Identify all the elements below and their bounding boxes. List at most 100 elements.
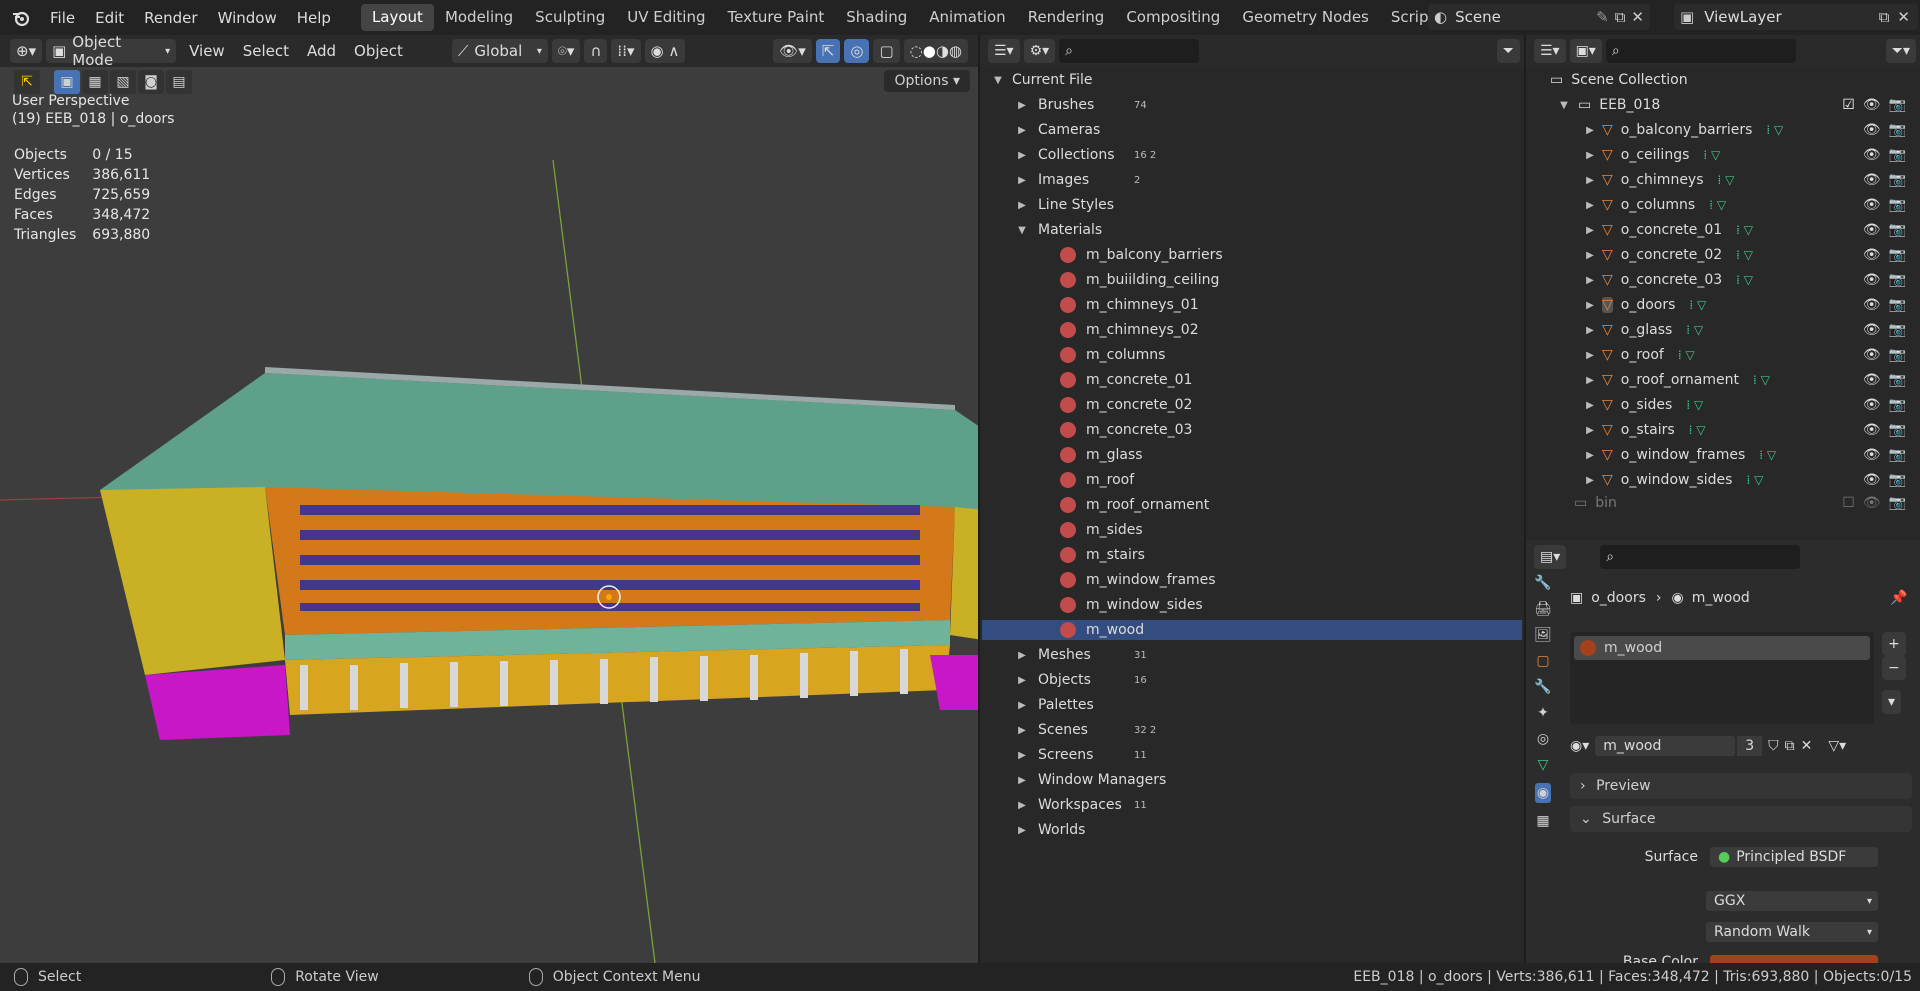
tree-item[interactable]: ▶ Objects 16 xyxy=(1014,670,1524,690)
add-slot-button[interactable]: + xyxy=(1882,632,1906,656)
object-row[interactable]: ▶ ▽ o_window_frames ⁞ ▽ 👁 📷 xyxy=(1582,445,1906,465)
expand-arrow-icon[interactable]: ▶ xyxy=(1582,400,1598,411)
expand-arrow-icon[interactable]: ▶ xyxy=(1582,325,1598,336)
material-name-field[interactable]: m_wood xyxy=(1595,736,1736,756)
tree-item[interactable]: ▶ Workspaces 11 xyxy=(1014,795,1524,815)
rendered-icon[interactable]: ◍ xyxy=(949,42,962,60)
browse-material-icon[interactable]: ▽▾ xyxy=(1828,738,1846,754)
expand-arrow-icon[interactable]: ▶ xyxy=(1582,475,1598,486)
select-new-button[interactable]: ▣ xyxy=(54,70,80,94)
expand-arrow-icon[interactable]: ▶ xyxy=(1582,250,1598,261)
delete-view-layer-icon[interactable]: ✕ xyxy=(1897,8,1910,26)
eye-icon[interactable]: 👁 xyxy=(1863,447,1881,463)
data-tab-icon[interactable]: ▽ xyxy=(1538,757,1549,773)
tab-modeling[interactable]: Modeling xyxy=(434,4,524,31)
expand-arrow-icon[interactable]: ▶ xyxy=(1014,825,1030,836)
new-scene-icon[interactable]: ⧉ xyxy=(1615,8,1626,26)
texture-tab-icon[interactable]: ▦ xyxy=(1536,813,1549,829)
eye-icon[interactable]: 👁 xyxy=(1863,422,1881,438)
search-field[interactable]: ⌕ xyxy=(1605,39,1796,63)
expand-arrow-icon[interactable]: ▶ xyxy=(1582,125,1598,136)
object-row[interactable]: ▶ ▽ o_concrete_03 ⁞ ▽ 👁 📷 xyxy=(1582,270,1906,290)
material-row[interactable]: m_concrete_01 xyxy=(1060,370,1524,390)
xray-toggle[interactable]: ▢ xyxy=(873,39,900,63)
checkbox-icon[interactable]: ☐ xyxy=(1842,495,1855,511)
material-row[interactable]: m_window_sides xyxy=(1060,595,1524,615)
shading-modes[interactable]: ◌ ● ◑ ◍ xyxy=(903,39,968,63)
scene-collection-row[interactable]: ▭ Scene Collection xyxy=(1550,70,1688,90)
display-mode-button[interactable]: ⚙▾ xyxy=(1023,39,1056,63)
eye-icon[interactable]: 👁 xyxy=(1863,272,1881,288)
tool-tab-icon[interactable]: 🔧 xyxy=(1534,575,1551,591)
object-row[interactable]: ▶ ▽ o_roof ⁞ ▽ 👁 📷 xyxy=(1582,345,1906,365)
physics-tab-icon[interactable]: ◎ xyxy=(1537,731,1549,747)
filter-button[interactable]: ⏷▾ xyxy=(1885,39,1916,63)
select-extend-button[interactable]: ▦ xyxy=(82,70,108,94)
expand-arrow-icon[interactable]: ▶ xyxy=(1014,150,1030,161)
surface-panel[interactable]: ⌄ Surface xyxy=(1570,806,1912,832)
new-view-layer-icon[interactable]: ⧉ xyxy=(1879,8,1890,26)
expand-arrow-icon[interactable]: ▼ xyxy=(990,75,1006,86)
camera-icon[interactable]: 📷 xyxy=(1889,222,1906,238)
slot-specials-button[interactable]: ▾ xyxy=(1882,690,1902,714)
duplicate-icon[interactable]: ⧉ xyxy=(1785,738,1795,754)
proportional-edit-button[interactable]: ◉ ∧ xyxy=(644,39,686,63)
object-row[interactable]: ▶ ▽ o_sides ⁞ ▽ 👁 📷 xyxy=(1582,395,1906,415)
filter-button[interactable]: ⏷ xyxy=(1496,39,1520,63)
camera-icon[interactable]: 📷 xyxy=(1889,122,1906,138)
snap-button[interactable]: ∩ xyxy=(584,39,608,63)
object-row[interactable]: ▶ ▽ o_balcony_barriers ⁞ ▽ 👁 📷 xyxy=(1582,120,1906,140)
camera-icon[interactable]: 📷 xyxy=(1889,447,1906,463)
collection-row[interactable]: ▼ ▭ EEB_018 ☑ 👁 📷 xyxy=(1556,95,1906,115)
editor-type-button[interactable]: ⊕▾ xyxy=(10,39,43,63)
camera-icon[interactable]: 📷 xyxy=(1889,372,1906,388)
eye-icon[interactable]: 👁 xyxy=(1863,222,1881,238)
search-field[interactable]: ⌕ xyxy=(1600,545,1801,569)
material-preview-icon[interactable]: ◑ xyxy=(936,42,949,60)
camera-icon[interactable]: 📷 xyxy=(1889,172,1906,188)
tab-geometry-nodes[interactable]: Geometry Nodes xyxy=(1231,4,1380,31)
eye-icon[interactable]: 👁 xyxy=(1863,495,1881,511)
tree-item[interactable]: ▶ Palettes xyxy=(1014,695,1524,715)
expand-arrow-icon[interactable]: ▶ xyxy=(1582,200,1598,211)
tab-animation[interactable]: Animation xyxy=(918,4,1016,31)
material-row[interactable]: m_concrete_02 xyxy=(1060,395,1524,415)
eye-icon[interactable]: 👁 xyxy=(1863,347,1881,363)
material-row[interactable]: m_concrete_03 xyxy=(1060,420,1524,440)
object-row[interactable]: ▶ ▽ o_window_sides ⁞ ▽ 👁 📷 xyxy=(1582,470,1906,490)
camera-icon[interactable]: 📷 xyxy=(1889,147,1906,163)
transform-orientation-dropdown[interactable]: ⟋ Global ▾ xyxy=(451,39,548,63)
eye-icon[interactable]: 👁 xyxy=(1863,247,1881,263)
viewport-menu-view[interactable]: View xyxy=(180,42,234,60)
camera-icon[interactable]: 📷 xyxy=(1889,97,1906,113)
expand-arrow-icon[interactable]: ▶ xyxy=(1014,800,1030,811)
tree-item[interactable]: ▶ Meshes 31 xyxy=(1014,645,1524,665)
tree-item[interactable]: ▶ Line Styles xyxy=(1014,195,1524,215)
distribution-dropdown[interactable]: GGX ▾ xyxy=(1706,891,1878,911)
editor-type-button[interactable]: ☰▾ xyxy=(988,39,1020,63)
surface-shader-field[interactable]: ● Principled BSDF xyxy=(1710,847,1878,867)
visibility-button[interactable]: 👁▾ xyxy=(773,39,812,63)
camera-icon[interactable]: 📷 xyxy=(1889,297,1906,313)
camera-icon[interactable]: 📷 xyxy=(1889,347,1906,363)
remove-slot-button[interactable]: − xyxy=(1882,656,1906,680)
output-tab-icon[interactable]: 🖼 xyxy=(1534,627,1552,643)
subsurface-method-dropdown[interactable]: Random Walk ▾ xyxy=(1706,922,1878,942)
camera-icon[interactable]: 📷 xyxy=(1889,197,1906,213)
pin-icon[interactable]: 📌 xyxy=(1890,590,1907,606)
expand-arrow-icon[interactable]: ▶ xyxy=(1014,675,1030,686)
camera-icon[interactable]: 📷 xyxy=(1889,322,1906,338)
menu-file[interactable]: File xyxy=(40,9,85,27)
material-icon[interactable]: ◉▾ xyxy=(1570,738,1589,754)
options-dropdown[interactable]: Options ▾ xyxy=(884,70,970,92)
expand-arrow-icon[interactable]: ▶ xyxy=(1582,150,1598,161)
expand-arrow-icon[interactable]: ▶ xyxy=(1582,425,1598,436)
users-count[interactable]: 3 xyxy=(1737,736,1763,756)
view-layer-selector[interactable]: ▣ ViewLayer ⧉ ✕ xyxy=(1674,4,1918,30)
expand-arrow-icon[interactable]: ▶ xyxy=(1014,775,1030,786)
unlink-icon[interactable]: ✕ xyxy=(1801,738,1813,754)
material-row[interactable]: m_chimneys_01 xyxy=(1060,295,1524,315)
tab-compositing[interactable]: Compositing xyxy=(1115,4,1231,31)
object-row[interactable]: ▶ ▽ o_concrete_02 ⁞ ▽ 👁 📷 xyxy=(1582,245,1906,265)
tab-layout[interactable]: Layout xyxy=(360,4,434,31)
